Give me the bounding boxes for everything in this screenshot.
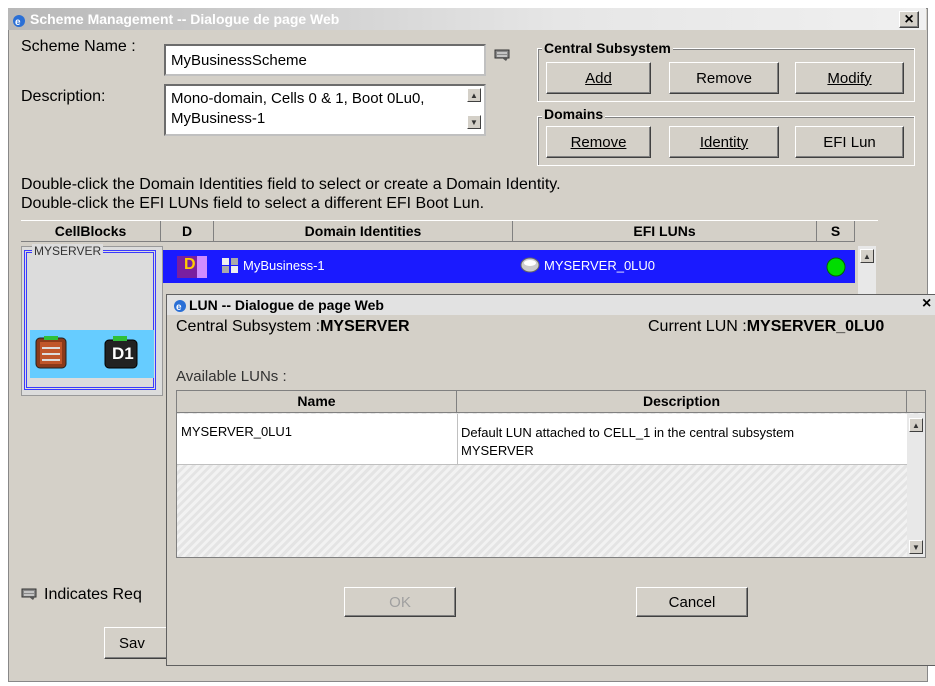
remove-domain-label: Remove [570, 133, 627, 151]
lun-table-scrollbar[interactable] [907, 414, 925, 557]
identity-button-label: Identity [699, 133, 749, 151]
scheme-name-input[interactable]: MyBusinessScheme [164, 44, 486, 76]
svg-text:e: e [176, 302, 182, 313]
lun-row-description-line1: Default LUN attached to CELL_1 in the ce… [461, 425, 795, 440]
description-scroll-down[interactable]: ▼ [467, 115, 481, 129]
modify-button-label: Modify [827, 69, 872, 87]
domains-title: Domains [542, 106, 606, 122]
svg-text:e: e [15, 17, 21, 28]
lun-dialog-title: LUN -- Dialogue de page Web [189, 297, 384, 313]
save-button-label: Sav [119, 634, 145, 652]
instruction-efi-luns: Double-click the EFI LUNs field to selec… [21, 195, 485, 212]
ie-icon: e [173, 298, 187, 318]
ie-icon: e [12, 12, 26, 28]
main-close-button[interactable]: × [899, 11, 919, 28]
description-label: Description: [21, 88, 106, 105]
lun-table-scroll-down[interactable]: ▼ [909, 540, 923, 554]
lun-row-name[interactable]: MYSERVER_0LU1 [181, 424, 292, 439]
domain-table-scroll-up[interactable]: ▲ [860, 249, 874, 263]
available-luns-label: Available LUNs : [176, 368, 287, 385]
header-s[interactable]: S [817, 221, 855, 242]
cancel-button[interactable]: Cancel [636, 587, 748, 617]
description-textarea[interactable]: Mono-domain, Cells 0 & 1, Boot 0Lu0, MyB… [164, 84, 486, 136]
ok-button[interactable]: OK [344, 587, 456, 617]
domain-identity-cell[interactable]: MyBusiness-1 [243, 252, 325, 280]
scheme-name-label: Scheme Name : [21, 38, 136, 55]
efi-lun-button[interactable]: EFI Lun [795, 126, 904, 158]
lun-header-name[interactable]: Name [177, 391, 457, 413]
status-indicator-icon [826, 257, 846, 282]
required-field-icon [494, 48, 512, 67]
dialog-current-lun-line: Current LUN :MYSERVER_0LU0 [648, 318, 884, 336]
modify-cellblock-button[interactable]: Modify [795, 62, 904, 94]
main-window-title: Scheme Management -- Dialogue de page We… [30, 11, 340, 27]
instruction-domain-identities: Double-click the Domain Identities field… [21, 176, 561, 193]
dialog-central-subsystem-label: Central Subsystem : [176, 318, 321, 335]
dialog-central-subsystem-line: Central Subsystem :MYSERVER [176, 318, 410, 336]
domain-d-icon-label: D [184, 256, 196, 273]
cell-board-icon [34, 336, 68, 375]
header-efi-luns[interactable]: EFI LUNs [513, 221, 817, 242]
lun-dialog-title-bar[interactable]: e LUN -- Dialogue de page Web [167, 295, 935, 315]
identity-button[interactable]: Identity [669, 126, 779, 158]
lun-row-description-line2: MYSERVER [461, 443, 534, 458]
dialog-current-lun-label: Current LUN : [648, 318, 747, 335]
header-cellblocks[interactable]: CellBlocks [21, 221, 161, 242]
domain-d1-label: D1 [112, 344, 134, 363]
required-legend-icon [21, 587, 39, 606]
description-scroll-up[interactable]: ▲ [467, 88, 481, 102]
required-legend-text: Indicates Req [44, 586, 142, 603]
header-domain-identities[interactable]: Domain Identities [214, 221, 513, 242]
cellblock-name: MYSERVER [32, 244, 104, 258]
remove-cellblock-button[interactable]: Remove [669, 62, 779, 94]
lun-table-scroll-up[interactable]: ▲ [909, 418, 923, 432]
add-cellblock-button[interactable]: Add [546, 62, 651, 94]
remove-domain-button[interactable]: Remove [546, 126, 651, 158]
central-subsystem-title: Central Subsystem [542, 40, 673, 56]
lun-row-divider [457, 414, 458, 464]
add-button-label: Add [585, 69, 612, 87]
efi-lun-button-label: EFI Lun [823, 133, 876, 151]
dialog-current-lun-value: MYSERVER_0LU0 [746, 318, 885, 335]
domain-identity-icon [221, 256, 241, 279]
header-d[interactable]: D [161, 221, 214, 242]
lun-row-description[interactable]: Default LUN attached to CELL_1 in the ce… [461, 424, 905, 460]
lun-header-corner [907, 391, 925, 413]
lun-dialog-close-button[interactable]: × [922, 295, 931, 313]
lun-disk-icon [520, 256, 540, 279]
dialog-central-subsystem-value: MYSERVER [320, 318, 410, 335]
lun-header-description[interactable]: Description [457, 391, 907, 413]
main-title-bar[interactable]: e Scheme Management -- Dialogue de page … [8, 8, 926, 30]
remove-button-label: Remove [696, 69, 752, 87]
efi-lun-cell[interactable]: MYSERVER_0LU0 [544, 252, 655, 280]
